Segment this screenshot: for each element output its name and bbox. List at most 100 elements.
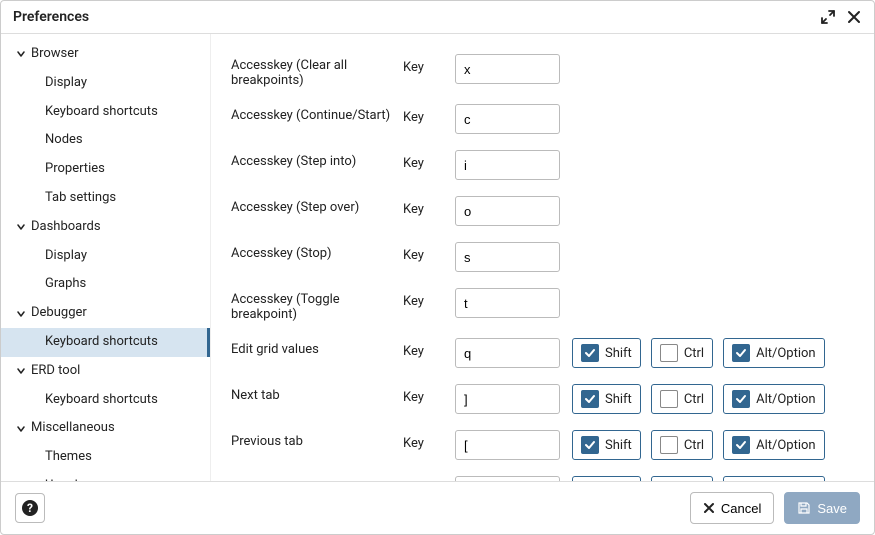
row-label: Edit grid values (231, 338, 391, 357)
alt-modifier[interactable]: Alt/Option (723, 338, 825, 368)
chevron-down-icon[interactable] (15, 49, 27, 59)
row-label: Accesskey (Stop) (231, 242, 391, 261)
sidebar-item-label: Keyboard shortcuts (45, 332, 158, 353)
save-icon (797, 501, 811, 515)
sidebar-item-display[interactable]: Display (1, 69, 210, 98)
sidebar-item-label: Properties (45, 159, 105, 180)
modifier-group: Shift Ctrl Alt/Option (572, 384, 825, 414)
sidebar-item-label: Debugger (31, 303, 87, 324)
row-label: Accesskey (Continue/Start) (231, 104, 391, 123)
shortcut-row: Accesskey (Clear all breakpoints) Key (231, 46, 854, 96)
key-label: Key (403, 384, 443, 405)
checkbox[interactable] (660, 436, 678, 454)
window-controls (820, 9, 862, 25)
sidebar-item-tab-settings[interactable]: Tab settings (1, 184, 210, 213)
sidebar-item-dashboards[interactable]: Dashboards (1, 213, 210, 242)
sidebar-item-label: Nodes (45, 130, 83, 151)
chevron-down-icon[interactable] (15, 366, 27, 376)
chevron-down-icon[interactable] (15, 222, 27, 232)
help-button[interactable]: ? (15, 493, 45, 523)
key-label: Key (403, 54, 443, 75)
key-input[interactable] (455, 384, 560, 414)
key-input[interactable] (455, 430, 560, 460)
key-label: Key (403, 430, 443, 451)
checkbox[interactable] (732, 344, 750, 362)
sidebar-item-keyboard-shortcuts[interactable]: Keyboard shortcuts (1, 386, 210, 415)
sidebar-item-keyboard-shortcuts[interactable]: Keyboard shortcuts (1, 98, 210, 127)
sidebar-item-label: Keyboard shortcuts (45, 390, 158, 411)
sidebar-item-themes[interactable]: Themes (1, 443, 210, 472)
alt-modifier[interactable]: Alt/Option (723, 430, 825, 460)
shift-modifier[interactable]: Shift (572, 338, 641, 368)
shortcut-row: Switch PanelKeyShiftCtrlAlt/Option (231, 468, 854, 481)
sidebar-item-keyboard-shortcuts[interactable]: Keyboard shortcuts (1, 328, 210, 357)
sidebar-item-user-language[interactable]: User language (1, 472, 210, 481)
row-label: Accesskey (Toggle breakpoint) (231, 288, 391, 322)
cancel-button[interactable]: Cancel (690, 492, 774, 524)
checkbox[interactable] (581, 344, 599, 362)
row-label: Accesskey (Step into) (231, 150, 391, 169)
checkbox[interactable] (660, 344, 678, 362)
chevron-down-icon[interactable] (15, 424, 27, 434)
ctrl-modifier[interactable]: Ctrl (651, 384, 713, 414)
expand-icon[interactable] (820, 9, 836, 25)
save-button[interactable]: Save (784, 492, 860, 524)
sidebar[interactable]: Browser Display Keyboard shortcuts Nodes Pro… (1, 34, 211, 481)
shortcut-row: Edit grid values Key Shift Ctrl Alt/Option (231, 330, 854, 376)
checkbox[interactable] (581, 390, 599, 408)
key-label: Key (403, 338, 443, 359)
shift-modifier[interactable]: Shift (572, 384, 641, 414)
sidebar-item-properties[interactable]: Properties (1, 155, 210, 184)
row-label: Previous tab (231, 430, 391, 449)
footer-buttons: Cancel Save (690, 492, 860, 524)
sidebar-item-erd-tool[interactable]: ERD tool (1, 357, 210, 386)
chevron-down-icon[interactable] (15, 309, 27, 319)
checkbox[interactable] (732, 390, 750, 408)
key-input[interactable] (455, 288, 560, 318)
sidebar-item-label: Keyboard shortcuts (45, 102, 158, 123)
sidebar-item-display[interactable]: Display (1, 242, 210, 271)
sidebar-item-graphs[interactable]: Graphs (1, 270, 210, 299)
sidebar-item-label: User language (45, 476, 128, 481)
key-input[interactable] (455, 104, 560, 134)
sidebar-item-miscellaneous[interactable]: Miscellaneous (1, 414, 210, 443)
key-input[interactable] (455, 54, 560, 84)
key-label: Key (403, 242, 443, 263)
modifier-group: Shift Ctrl Alt/Option (572, 430, 825, 460)
checkbox[interactable] (660, 390, 678, 408)
titlebar: Preferences (1, 1, 874, 34)
sidebar-item-label: Miscellaneous (31, 418, 115, 439)
modifier-label: Ctrl (684, 392, 704, 407)
close-icon[interactable] (846, 9, 862, 25)
dialog-title: Preferences (13, 9, 89, 25)
row-label: Accesskey (Step over) (231, 196, 391, 215)
sidebar-item-debugger[interactable]: Debugger (1, 299, 210, 328)
key-label: Key (403, 196, 443, 217)
key-input[interactable] (455, 242, 560, 272)
modifier-label: Alt/Option (756, 438, 816, 453)
key-input[interactable] (455, 150, 560, 180)
sidebar-item-label: Themes (45, 447, 92, 468)
sidebar-item-browser[interactable]: Browser (1, 40, 210, 69)
checkbox[interactable] (732, 436, 750, 454)
sidebar-item-label: Browser (31, 44, 79, 65)
ctrl-modifier[interactable]: Ctrl (651, 430, 713, 460)
key-label: Key (403, 288, 443, 309)
shift-modifier[interactable]: Shift (572, 430, 641, 460)
content-panel[interactable]: Accesskey (Clear all breakpoints)KeyAcce… (211, 34, 874, 481)
key-input[interactable] (455, 196, 560, 226)
modifier-group: Shift Ctrl Alt/Option (572, 338, 825, 368)
sidebar-item-label: Dashboards (31, 217, 101, 238)
sidebar-item-label: ERD tool (31, 361, 80, 382)
ctrl-modifier[interactable]: Ctrl (651, 338, 713, 368)
shortcut-row: Previous tab Key Shift Ctrl Alt/Option (231, 422, 854, 468)
key-label: Key (403, 104, 443, 125)
modifier-label: Alt/Option (756, 392, 816, 407)
modifier-label: Ctrl (684, 346, 704, 361)
row-label: Accesskey (Clear all breakpoints) (231, 54, 391, 88)
key-input[interactable] (455, 338, 560, 368)
sidebar-item-nodes[interactable]: Nodes (1, 126, 210, 155)
sidebar-item-label: Graphs (45, 274, 86, 295)
alt-modifier[interactable]: Alt/Option (723, 384, 825, 414)
checkbox[interactable] (581, 436, 599, 454)
